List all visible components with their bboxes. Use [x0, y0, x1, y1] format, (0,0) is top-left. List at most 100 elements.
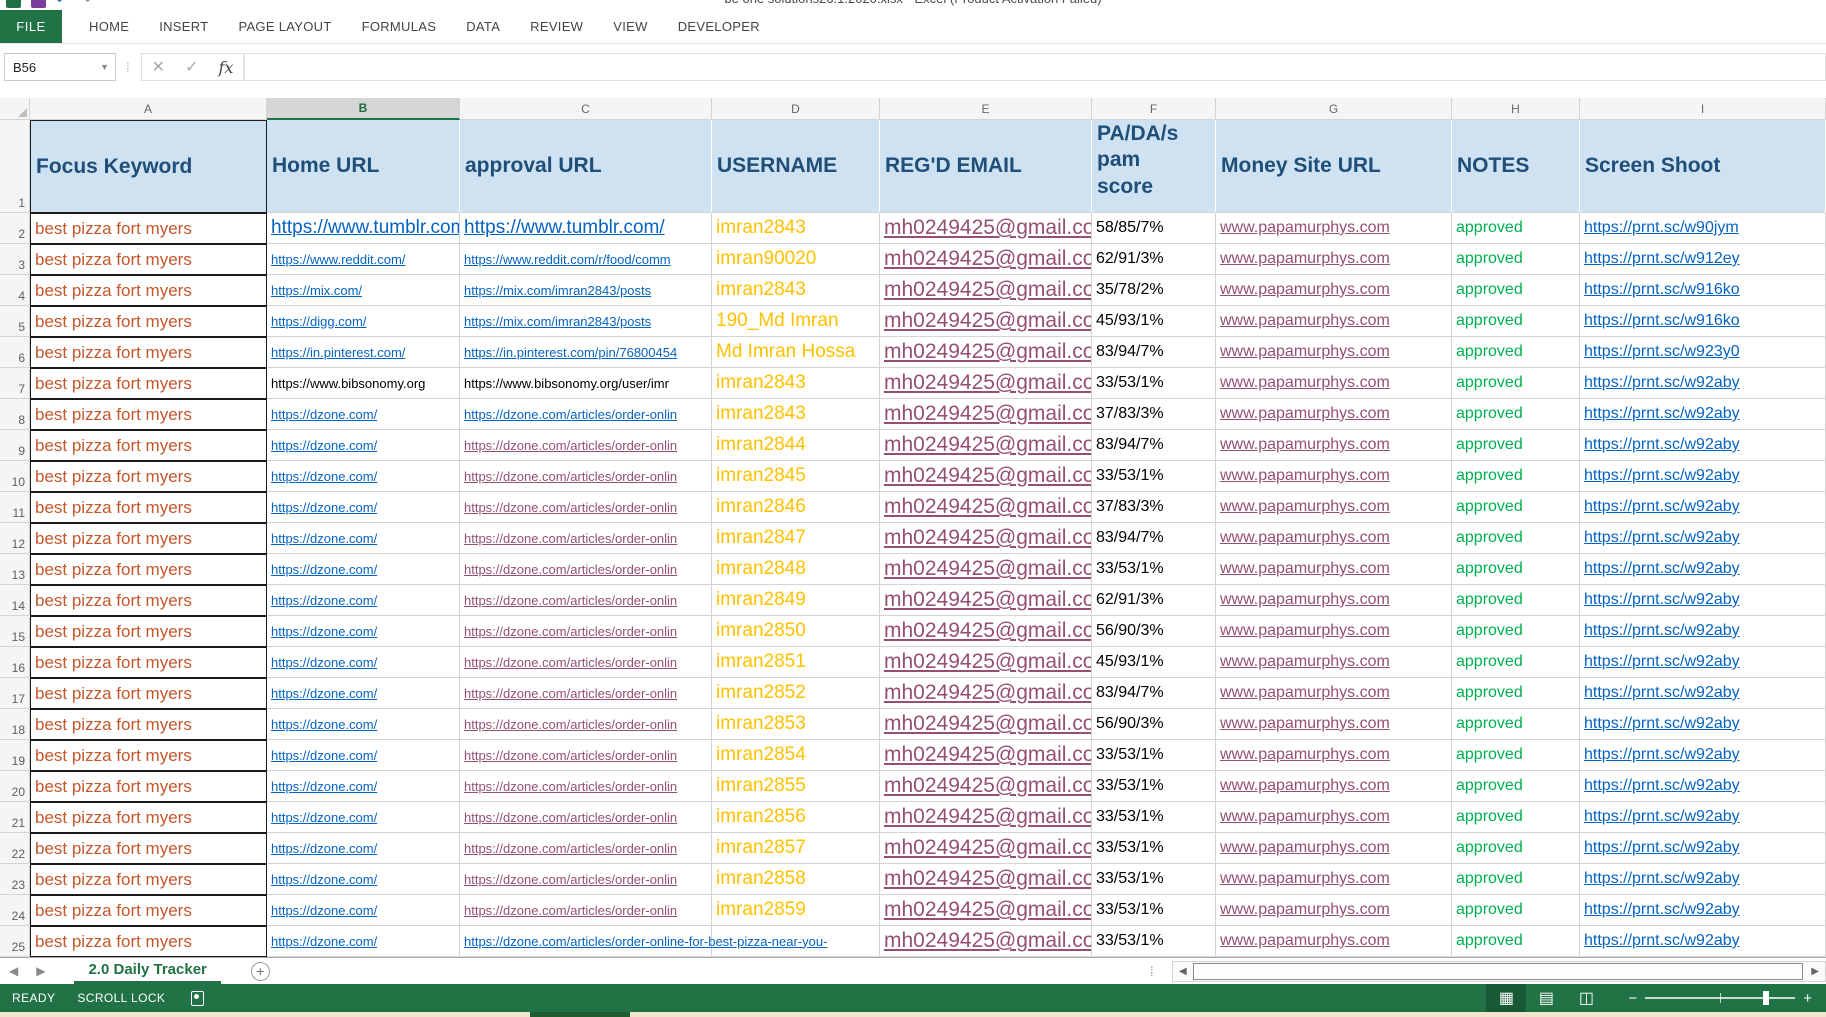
- ribbon-tab-data[interactable]: DATA: [451, 10, 515, 43]
- cell-F25[interactable]: 33/53/1%: [1092, 926, 1216, 957]
- cell-F22[interactable]: 33/53/1%: [1092, 833, 1216, 864]
- cell-H2[interactable]: approved: [1452, 213, 1580, 244]
- cell-B3[interactable]: https://www.reddit.com/: [267, 244, 460, 275]
- cell-I17[interactable]: https://prnt.sc/w92aby: [1580, 678, 1826, 709]
- sheet-nav-right-icon[interactable]: ▶: [27, 964, 54, 978]
- row-header-15[interactable]: 15: [0, 616, 30, 647]
- cell-I23[interactable]: https://prnt.sc/w92aby: [1580, 864, 1826, 895]
- cell-C21[interactable]: https://dzone.com/articles/order-onlin: [460, 802, 712, 833]
- row-header-25[interactable]: 25: [0, 926, 30, 957]
- cell-G14[interactable]: www.papamurphys.com: [1216, 585, 1452, 616]
- cell-A25[interactable]: best pizza fort myers: [30, 926, 267, 957]
- cell-D9[interactable]: imran2844: [712, 430, 880, 461]
- cell-C12[interactable]: https://dzone.com/articles/order-onlin: [460, 523, 712, 554]
- cell-B24[interactable]: https://dzone.com/: [267, 895, 460, 926]
- scrollbar-thumb[interactable]: [1193, 963, 1804, 980]
- cell-D11[interactable]: imran2846: [712, 492, 880, 523]
- cell-H13[interactable]: approved: [1452, 554, 1580, 585]
- cell-E3[interactable]: mh0249425@gmail.com: [880, 244, 1092, 275]
- column-header-C[interactable]: C: [460, 98, 712, 120]
- cell-H7[interactable]: approved: [1452, 368, 1580, 399]
- cell-B7[interactable]: https://www.bibsonomy.org: [267, 368, 460, 399]
- cell-E24[interactable]: mh0249425@gmail.com: [880, 895, 1092, 926]
- cell-I8[interactable]: https://prnt.sc/w92aby: [1580, 399, 1826, 430]
- cell-G16[interactable]: www.papamurphys.com: [1216, 647, 1452, 678]
- cell-D16[interactable]: imran2851: [712, 647, 880, 678]
- cell-I21[interactable]: https://prnt.sc/w92aby: [1580, 802, 1826, 833]
- zoom-in-icon[interactable]: +: [1795, 990, 1820, 1007]
- cell-B1[interactable]: Home URL: [267, 120, 460, 213]
- cell-G10[interactable]: www.papamurphys.com: [1216, 461, 1452, 492]
- cell-F21[interactable]: 33/53/1%: [1092, 802, 1216, 833]
- cell-B2[interactable]: https://www.tumblr.com/: [267, 213, 460, 244]
- column-header-A[interactable]: A: [30, 98, 267, 120]
- cell-B6[interactable]: https://in.pinterest.com/: [267, 337, 460, 368]
- cell-A3[interactable]: best pizza fort myers: [30, 244, 267, 275]
- cell-F6[interactable]: 83/94/7%: [1092, 337, 1216, 368]
- cell-E20[interactable]: mh0249425@gmail.com: [880, 771, 1092, 802]
- row-header-4[interactable]: 4: [0, 275, 30, 306]
- cell-G8[interactable]: www.papamurphys.com: [1216, 399, 1452, 430]
- cell-C18[interactable]: https://dzone.com/articles/order-onlin: [460, 709, 712, 740]
- cell-A5[interactable]: best pizza fort myers: [30, 306, 267, 337]
- cell-B14[interactable]: https://dzone.com/: [267, 585, 460, 616]
- cell-G2[interactable]: www.papamurphys.com: [1216, 213, 1452, 244]
- cell-I22[interactable]: https://prnt.sc/w92aby: [1580, 833, 1826, 864]
- row-header-2[interactable]: 2: [0, 213, 30, 244]
- cell-E8[interactable]: mh0249425@gmail.com: [880, 399, 1092, 430]
- cell-C16[interactable]: https://dzone.com/articles/order-onlin: [460, 647, 712, 678]
- cell-D19[interactable]: imran2854: [712, 740, 880, 771]
- cell-A23[interactable]: best pizza fort myers: [30, 864, 267, 895]
- row-header-19[interactable]: 19: [0, 740, 30, 771]
- cell-F9[interactable]: 83/94/7%: [1092, 430, 1216, 461]
- cell-B11[interactable]: https://dzone.com/: [267, 492, 460, 523]
- cell-C8[interactable]: https://dzone.com/articles/order-onlin: [460, 399, 712, 430]
- cell-C3[interactable]: https://www.reddit.com/r/food/comm: [460, 244, 712, 275]
- cell-F2[interactable]: 58/85/7%: [1092, 213, 1216, 244]
- column-header-G[interactable]: G: [1216, 98, 1452, 120]
- cell-H8[interactable]: approved: [1452, 399, 1580, 430]
- cell-A2[interactable]: best pizza fort myers: [30, 213, 267, 244]
- cell-E22[interactable]: mh0249425@gmail.com: [880, 833, 1092, 864]
- cell-D3[interactable]: imran90020: [712, 244, 880, 275]
- row-header-18[interactable]: 18: [0, 709, 30, 740]
- row-header-7[interactable]: 7: [0, 368, 30, 399]
- cell-G3[interactable]: www.papamurphys.com: [1216, 244, 1452, 275]
- tab-scroll-splitter[interactable]: ⁞: [1150, 964, 1154, 979]
- cell-F10[interactable]: 33/53/1%: [1092, 461, 1216, 492]
- formula-input[interactable]: [244, 53, 1826, 81]
- cell-A9[interactable]: best pizza fort myers: [30, 430, 267, 461]
- cell-G18[interactable]: www.papamurphys.com: [1216, 709, 1452, 740]
- cell-F5[interactable]: 45/93/1%: [1092, 306, 1216, 337]
- cell-D14[interactable]: imran2849: [712, 585, 880, 616]
- row-header-11[interactable]: 11: [0, 492, 30, 523]
- cell-D20[interactable]: imran2855: [712, 771, 880, 802]
- cell-B16[interactable]: https://dzone.com/: [267, 647, 460, 678]
- row-header-12[interactable]: 12: [0, 523, 30, 554]
- row-header-24[interactable]: 24: [0, 895, 30, 926]
- cell-A6[interactable]: best pizza fort myers: [30, 337, 267, 368]
- cell-F11[interactable]: 37/83/3%: [1092, 492, 1216, 523]
- column-header-D[interactable]: D: [712, 98, 880, 120]
- cell-C15[interactable]: https://dzone.com/articles/order-onlin: [460, 616, 712, 647]
- cell-I18[interactable]: https://prnt.sc/w92aby: [1580, 709, 1826, 740]
- cell-H15[interactable]: approved: [1452, 616, 1580, 647]
- cell-E19[interactable]: mh0249425@gmail.com: [880, 740, 1092, 771]
- row-header-20[interactable]: 20: [0, 771, 30, 802]
- page-layout-view-icon[interactable]: ▤: [1526, 984, 1566, 1012]
- cell-A14[interactable]: best pizza fort myers: [30, 585, 267, 616]
- cell-G15[interactable]: www.papamurphys.com: [1216, 616, 1452, 647]
- cell-F4[interactable]: 35/78/2%: [1092, 275, 1216, 306]
- cell-G24[interactable]: www.papamurphys.com: [1216, 895, 1452, 926]
- cell-E1[interactable]: REG'D EMAIL: [880, 120, 1092, 213]
- cell-D22[interactable]: imran2857: [712, 833, 880, 864]
- cell-H16[interactable]: approved: [1452, 647, 1580, 678]
- cell-F24[interactable]: 33/53/1%: [1092, 895, 1216, 926]
- cell-I19[interactable]: https://prnt.sc/w92aby: [1580, 740, 1826, 771]
- cell-G1[interactable]: Money Site URL: [1216, 120, 1452, 213]
- cell-F18[interactable]: 56/90/3%: [1092, 709, 1216, 740]
- cell-G23[interactable]: www.papamurphys.com: [1216, 864, 1452, 895]
- name-box-dropdown-icon[interactable]: ▼: [100, 62, 109, 72]
- cell-B22[interactable]: https://dzone.com/: [267, 833, 460, 864]
- cell-I16[interactable]: https://prnt.sc/w92aby: [1580, 647, 1826, 678]
